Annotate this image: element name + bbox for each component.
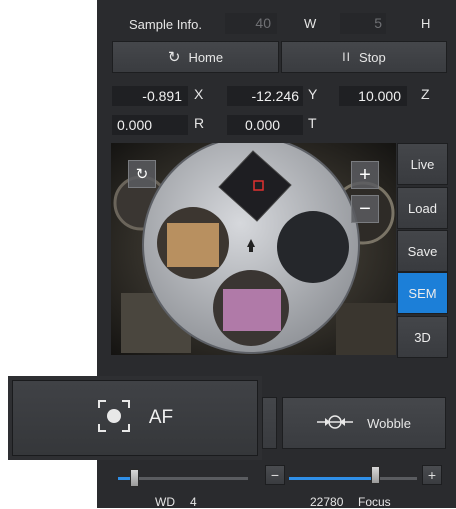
save-button[interactable]: Save: [397, 230, 448, 272]
chamber-camera-view[interactable]: ↻ + −: [111, 143, 396, 355]
r-axis-label: R: [194, 115, 205, 131]
sample-width-field[interactable]: 40: [225, 13, 277, 34]
focus-label: Focus: [358, 495, 391, 509]
refresh-icon: ↻: [167, 49, 181, 66]
x-coordinate-field[interactable]: -0.891: [112, 86, 188, 106]
stop-button[interactable]: II Stop: [281, 41, 447, 73]
sample-info-label: Sample Info.: [129, 17, 202, 32]
width-unit-label: W: [304, 16, 317, 31]
pause-icon: II: [342, 50, 351, 64]
y-coordinate-field[interactable]: -12.246: [227, 86, 303, 106]
z-axis-label: Z: [421, 86, 430, 102]
y-axis-label: Y: [308, 86, 318, 102]
t-tilt-field[interactable]: 0.000: [227, 115, 303, 135]
t-axis-label: T: [308, 115, 317, 131]
focus-slider-fill: [289, 477, 375, 480]
refresh-icon: ↻: [135, 166, 149, 183]
zoom-in-button[interactable]: +: [351, 161, 379, 189]
focus-slider-thumb[interactable]: [371, 466, 380, 484]
focus-increase-button[interactable]: +: [422, 465, 442, 485]
home-button-label: Home: [188, 49, 224, 65]
focus-value: 22780: [310, 495, 344, 509]
focus-decrease-button[interactable]: −: [265, 465, 285, 485]
home-button[interactable]: ↻ Home: [112, 41, 279, 73]
stop-button-label: Stop: [358, 49, 386, 65]
autofocus-label: AF: [148, 407, 174, 428]
sem-button[interactable]: SEM: [397, 272, 448, 314]
wobble-icon: [317, 414, 354, 433]
x-axis-label: X: [194, 86, 204, 102]
load-button[interactable]: Load: [397, 187, 448, 229]
hidden-button-edge[interactable]: [262, 397, 277, 449]
wd-label: WD: [155, 495, 175, 509]
live-button[interactable]: Live: [397, 143, 448, 185]
3d-button[interactable]: 3D: [397, 316, 448, 358]
wd-slider-thumb[interactable]: [130, 469, 139, 487]
autofocus-icon: [97, 399, 131, 438]
r-rotation-field[interactable]: 0.000: [112, 115, 188, 135]
reset-view-button[interactable]: ↻: [128, 160, 156, 188]
height-unit-label: H: [421, 16, 431, 31]
wobble-label: Wobble: [367, 415, 411, 431]
wobble-button[interactable]: Wobble: [282, 397, 446, 449]
wd-value: 4: [190, 495, 197, 509]
sample-height-field[interactable]: 5: [340, 13, 386, 34]
z-coordinate-field[interactable]: 10.000: [339, 86, 407, 106]
zoom-out-button[interactable]: −: [351, 195, 379, 223]
autofocus-button[interactable]: AF: [12, 380, 258, 456]
